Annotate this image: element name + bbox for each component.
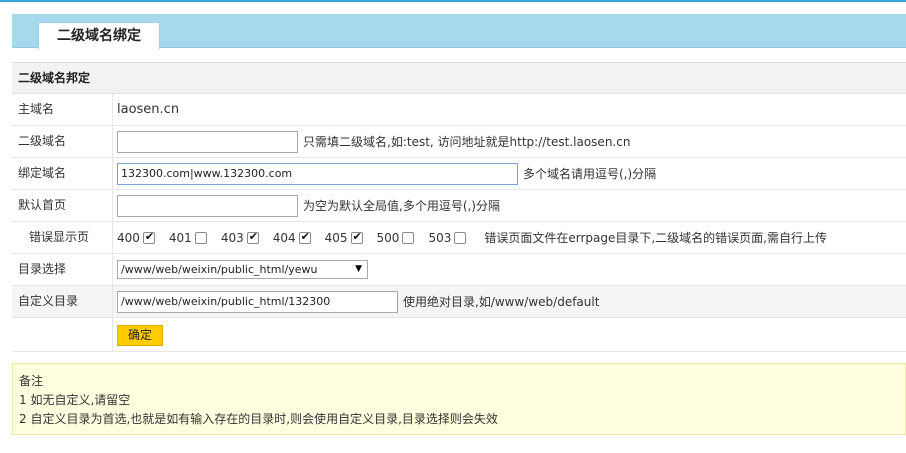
row-bind-domain: 绑定域名 132300.com|www.132300.com 多个域名请用逗号(… bbox=[12, 158, 906, 190]
error-403-checkbox[interactable] bbox=[246, 230, 259, 244]
custom-dir-hint: 使用绝对目录,如/www/web/default bbox=[403, 295, 600, 309]
tab-subdomain-binding[interactable]: 二级域名绑定 bbox=[38, 22, 160, 49]
note-line-1: 1 如无自定义,请留空 bbox=[19, 393, 131, 407]
error-code-label: 500 bbox=[376, 230, 400, 245]
column-divider bbox=[112, 158, 113, 189]
subdomain-hint: 只需填二级域名,如:test, 访问地址就是http://test.laosen… bbox=[303, 135, 631, 149]
column-divider bbox=[112, 126, 113, 157]
column-divider bbox=[112, 190, 113, 221]
dir-select-dropdown[interactable]: /www/web/weixin/public_html/yewu ▼ bbox=[117, 260, 368, 279]
default-page-label: 默认首页 bbox=[18, 198, 67, 212]
column-divider bbox=[112, 286, 113, 317]
bind-domain-label: 绑定域名 bbox=[18, 166, 67, 180]
error-code-label: 503 bbox=[428, 230, 452, 245]
bind-domain-input[interactable]: 132300.com|www.132300.com bbox=[117, 162, 518, 185]
error-code-label: 401 bbox=[168, 230, 192, 245]
submit-button[interactable]: 确定 bbox=[117, 324, 164, 346]
error-code-label: 405 bbox=[324, 230, 348, 245]
error-page-option: 401 bbox=[169, 231, 221, 245]
error-page-option: 400 bbox=[117, 230, 169, 245]
error-pages-hint: 错误页面文件在errpage目录下,二级域名的错误页面,需自行上传 bbox=[484, 231, 827, 245]
row-dir-select: 目录选择 /www/web/weixin/public_html/yewu ▼ bbox=[12, 254, 906, 286]
error-page-option: 404 bbox=[272, 230, 325, 245]
error-page-option: 405 bbox=[324, 230, 377, 245]
row-custom-dir: 自定义目录 /www/web/weixin/public_html/132300… bbox=[12, 286, 906, 318]
row-submit: 确定 bbox=[12, 318, 906, 352]
section-title: 二级域名邦定 bbox=[12, 63, 906, 94]
row-error-pages: 错误显示页 400 401 403 404 405 500 503 错误页面文件在errpag… bbox=[12, 222, 906, 254]
column-divider bbox=[112, 222, 113, 253]
note-line-2: 2 自定义目录为首选,也就是如有输入存在的目录时,则会使用自定义目录,目录选择则… bbox=[19, 412, 498, 426]
row-subdomain: 二级域名 只需填二级域名,如:test, 访问地址就是http://test.l… bbox=[12, 126, 906, 158]
error-500-checkbox[interactable] bbox=[402, 231, 415, 244]
error-page-option: 503 bbox=[428, 231, 480, 245]
column-divider bbox=[112, 318, 113, 352]
main-domain-value: laosen.cn bbox=[117, 102, 180, 117]
subdomain-form: 二级域名邦定 主域名 laosen.cn 二级域名 只需填二级域名,如:test… bbox=[12, 62, 906, 352]
top-border bbox=[0, 0, 906, 2]
error-page-option: 500 bbox=[377, 231, 429, 245]
dropdown-arrow-icon: ▼ bbox=[355, 264, 362, 274]
column-divider bbox=[112, 254, 113, 285]
main-domain-label: 主域名 bbox=[18, 102, 55, 116]
tab-bar: 二级域名绑定 bbox=[12, 14, 906, 49]
error-pages-label: 错误显示页 bbox=[29, 230, 90, 244]
error-503-checkbox[interactable] bbox=[454, 231, 467, 244]
subdomain-label: 二级域名 bbox=[18, 134, 67, 148]
subdomain-input[interactable] bbox=[117, 130, 298, 153]
bind-domain-hint: 多个域名请用逗号(,)分隔 bbox=[523, 167, 657, 181]
column-divider bbox=[112, 94, 113, 125]
custom-dir-label: 自定义目录 bbox=[18, 294, 79, 308]
default-page-hint: 为空为默认全局值,多个用逗号(,)分隔 bbox=[303, 199, 500, 213]
error-401-checkbox[interactable] bbox=[194, 231, 207, 244]
error-code-label: 404 bbox=[272, 230, 296, 245]
error-405-checkbox[interactable] bbox=[350, 230, 363, 244]
default-page-input[interactable] bbox=[117, 194, 298, 217]
error-code-label: 403 bbox=[220, 230, 244, 245]
row-default-page: 默认首页 为空为默认全局值,多个用逗号(,)分隔 bbox=[12, 190, 906, 222]
row-main-domain: 主域名 laosen.cn bbox=[12, 94, 906, 126]
error-404-checkbox[interactable] bbox=[298, 230, 311, 244]
dir-select-value: /www/web/weixin/public_html/yewu bbox=[121, 263, 318, 276]
error-pages-list: 400 401 403 404 405 500 503 错误页面文件在errpage目录下,二… bbox=[117, 222, 827, 253]
error-code-label: 400 bbox=[117, 230, 140, 245]
error-page-option: 403 bbox=[220, 230, 273, 245]
dir-select-label: 目录选择 bbox=[18, 262, 67, 276]
custom-dir-input[interactable]: /www/web/weixin/public_html/132300 bbox=[117, 290, 398, 313]
notes-title: 备注 bbox=[19, 374, 44, 388]
error-400-checkbox[interactable] bbox=[142, 230, 155, 244]
notes-box: 备注 1 如无自定义,请留空 2 自定义目录为首选,也就是如有输入存在的目录时,… bbox=[12, 363, 906, 435]
